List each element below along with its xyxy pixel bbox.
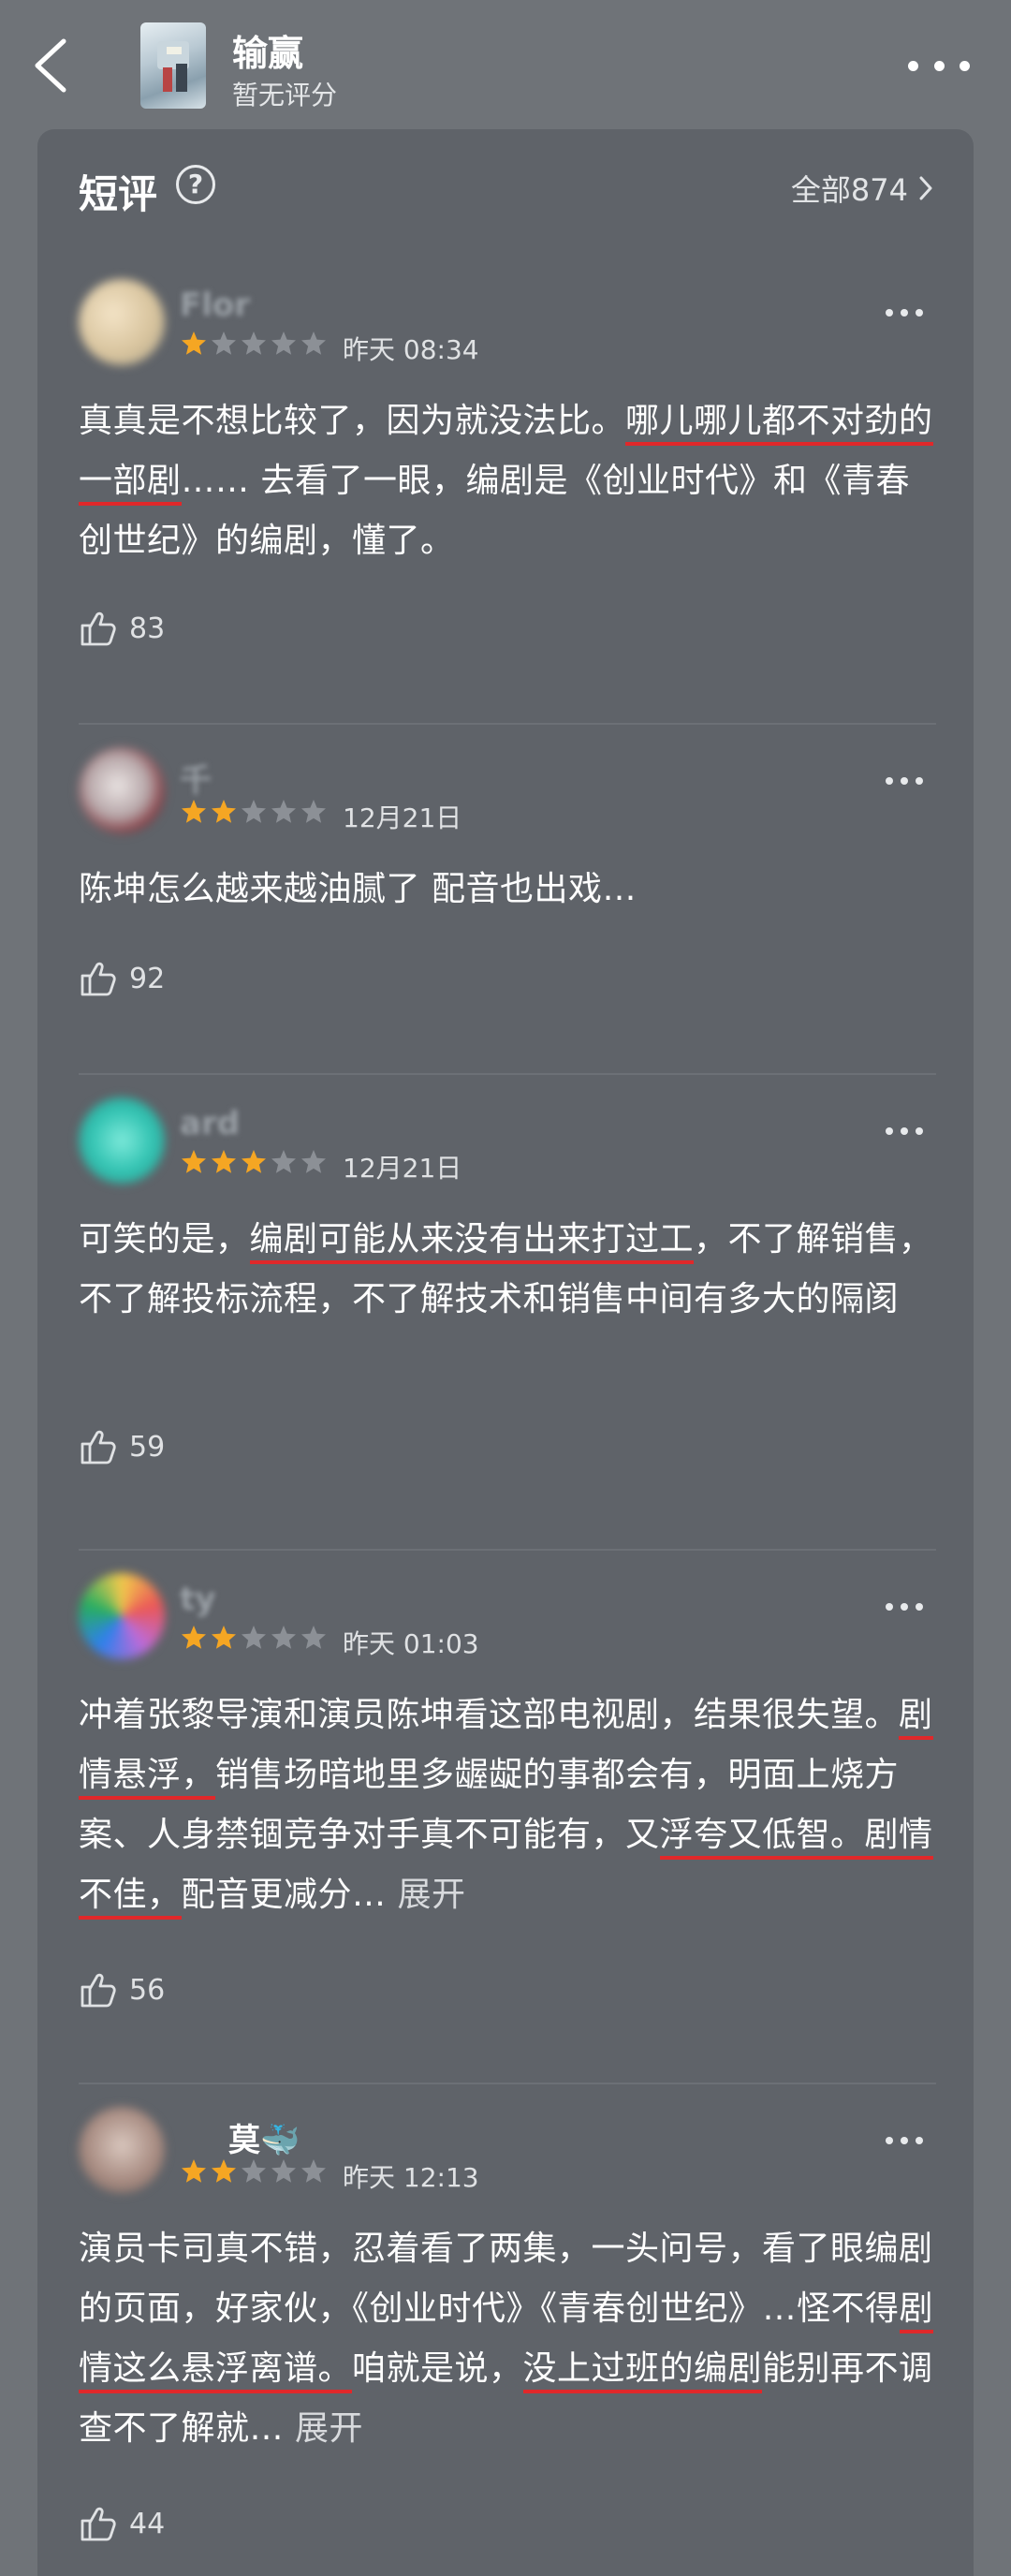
help-icon[interactable]: ? xyxy=(176,165,215,204)
star-filled-icon xyxy=(182,1150,206,1173)
like-button[interactable]: 56 xyxy=(79,1970,165,2009)
star-empty-icon xyxy=(271,1150,296,1173)
expand-link[interactable]: 展开 xyxy=(295,2409,363,2448)
star-empty-icon xyxy=(271,800,296,823)
star-empty-icon xyxy=(271,2159,296,2183)
star-empty-icon xyxy=(242,2159,266,2183)
show-title: 输赢 xyxy=(232,33,304,74)
star-empty-icon xyxy=(271,331,296,355)
star-rating xyxy=(180,330,328,358)
star-filled-icon xyxy=(182,1626,206,1649)
view-all-label: 全部874 xyxy=(790,172,908,208)
avatar[interactable] xyxy=(79,2107,165,2193)
star-filled-icon xyxy=(212,1626,236,1649)
thumbs-up-icon xyxy=(81,2507,116,2541)
review-time: 昨天 12:13 xyxy=(343,2162,479,2193)
review-more-icon[interactable] xyxy=(886,775,923,787)
star-filled-icon xyxy=(182,800,206,823)
star-empty-icon xyxy=(301,1626,326,1649)
star-rating xyxy=(180,1148,328,1176)
star-empty-icon xyxy=(242,331,266,355)
star-empty-icon xyxy=(301,800,326,823)
star-filled-icon xyxy=(182,331,206,355)
like-button[interactable]: 59 xyxy=(79,1427,165,1466)
review-more-icon[interactable] xyxy=(886,1601,923,1612)
star-empty-icon xyxy=(242,800,266,823)
star-empty-icon xyxy=(301,1150,326,1173)
review-item: ty 昨天 01:03 冲着张黎导演和演员陈坤看这部电视剧，结果很失望。剧情悬浮… xyxy=(79,1573,936,2079)
thumbs-up-icon xyxy=(81,611,116,646)
like-count: 59 xyxy=(129,1430,166,1464)
star-empty-icon xyxy=(271,1626,296,1649)
short-reviews-card: 短评 ? 全部874 Flor 昨天 08:34 真真是不想比较了，因为就没法比… xyxy=(37,129,974,2576)
review-item: 莫🐳 昨天 12:13 演员卡司真不错，忍着看了两集，一头问号，看了眼编剧的页面… xyxy=(79,2107,936,2576)
username[interactable]: 莫🐳 xyxy=(228,2114,300,2160)
avatar[interactable] xyxy=(79,279,165,365)
rating-status: 暂无评分 xyxy=(232,80,338,110)
star-rating xyxy=(180,798,328,826)
username[interactable]: 千 xyxy=(180,755,212,801)
more-options-icon[interactable] xyxy=(908,49,970,82)
star-rating xyxy=(180,1624,328,1652)
like-count: 44 xyxy=(129,2507,166,2540)
chevron-right-icon xyxy=(919,176,932,200)
expand-link[interactable]: 展开 xyxy=(397,1876,465,1914)
top-bar: 输赢 暂无评分 xyxy=(0,0,1011,131)
star-filled-icon xyxy=(212,800,236,823)
back-arrow-icon[interactable] xyxy=(28,36,75,96)
review-text: 真真是不想比较了，因为就没法比。哪儿哪儿都不对劲的一部剧…… 去看了一眼，编剧是… xyxy=(79,402,933,560)
review-text: 陈坤怎么越来越油腻了 配音也出戏… xyxy=(79,870,637,908)
divider xyxy=(79,723,936,725)
like-count: 56 xyxy=(129,1973,166,2007)
thumbs-up-icon xyxy=(81,1430,116,1465)
divider xyxy=(79,1549,936,1551)
username[interactable]: ty xyxy=(180,1581,215,1618)
like-count: 92 xyxy=(129,962,166,995)
review-item: Flor 昨天 08:34 真真是不想比较了，因为就没法比。哪儿哪儿都不对劲的一… xyxy=(79,279,936,719)
star-empty-icon xyxy=(301,331,326,355)
review-time: 昨天 01:03 xyxy=(343,1628,479,1659)
review-more-icon[interactable] xyxy=(886,2135,923,2146)
thumbs-up-icon xyxy=(81,962,116,996)
avatar[interactable] xyxy=(79,1097,165,1184)
review-time: 12月21日 xyxy=(343,1153,462,1184)
review-time: 昨天 08:34 xyxy=(343,334,479,365)
star-empty-icon xyxy=(242,1626,266,1649)
star-filled-icon xyxy=(212,2159,236,2183)
like-button[interactable]: 83 xyxy=(79,609,165,648)
review-more-icon[interactable] xyxy=(886,307,923,318)
review-time: 12月21日 xyxy=(343,802,462,833)
star-rating xyxy=(180,2157,328,2186)
section-title: 短评 xyxy=(79,171,158,217)
divider xyxy=(79,1073,936,1075)
like-button[interactable]: 44 xyxy=(79,2504,165,2543)
star-empty-icon xyxy=(212,331,236,355)
divider xyxy=(79,2083,936,2084)
thumbs-up-icon xyxy=(81,1973,116,2008)
username[interactable]: ard xyxy=(180,1105,240,1142)
star-empty-icon xyxy=(301,2159,326,2183)
review-text: 可笑的是，编剧可能从来没有出来打过工，不了解销售，不了解投标流程，不了解技术和销… xyxy=(79,1220,933,1318)
star-filled-icon xyxy=(182,2159,206,2183)
review-item: ard 12月21日 可笑的是，编剧可能从来没有出来打过工，不了解销售，不了解投… xyxy=(79,1097,936,1538)
avatar[interactable] xyxy=(79,1573,165,1659)
like-button[interactable]: 92 xyxy=(79,959,165,998)
review-text: 演员卡司真不错，忍着看了两集，一头问号，看了眼编剧的页面，好家伙，《创业时代》《… xyxy=(79,2230,934,2448)
review-item: 千 12月21日 陈坤怎么越来越油腻了 配音也出戏… 92 xyxy=(79,747,936,1066)
star-filled-icon xyxy=(242,1150,266,1173)
avatar[interactable] xyxy=(79,747,165,833)
review-text: 冲着张黎导演和演员陈坤看这部电视剧，结果很失望。剧情悬浮，销售场暗地里多龌龊的事… xyxy=(79,1685,936,1925)
like-count: 83 xyxy=(129,611,166,645)
username[interactable]: Flor xyxy=(180,287,250,324)
view-all-link[interactable]: 全部874 xyxy=(791,167,932,210)
show-poster[interactable] xyxy=(140,22,206,109)
star-filled-icon xyxy=(212,1150,236,1173)
review-more-icon[interactable] xyxy=(886,1126,923,1137)
